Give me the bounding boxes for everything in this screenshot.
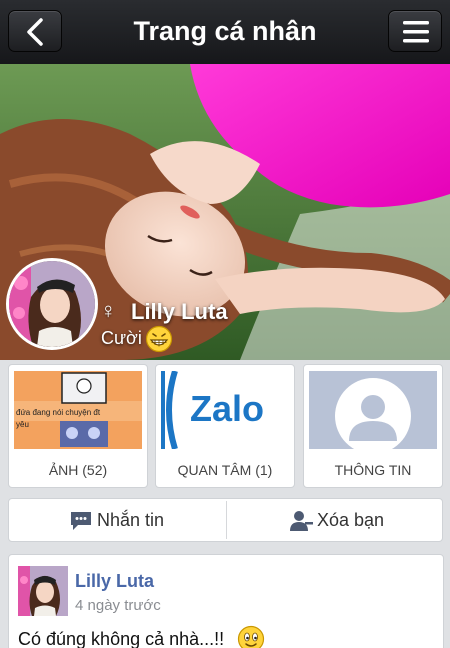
remove-person-icon: [290, 511, 313, 531]
chevron-left-icon: [27, 18, 43, 46]
tile-following[interactable]: Zalo QUAN TÂM (1): [155, 364, 295, 488]
zalo-logo-icon: Zalo: [161, 371, 289, 449]
profile-status: Cười: [101, 328, 142, 348]
unfriend-button-label: Xóa bạn: [317, 510, 385, 530]
default-avatar-icon: [309, 371, 437, 449]
photos-thumbnail-caption-2: yêu: [16, 420, 29, 429]
post-text: Có đúng không cả nhà...!!: [18, 629, 225, 648]
following-thumbnail: Zalo: [161, 371, 289, 449]
menu-button[interactable]: [388, 10, 442, 52]
action-divider: [226, 501, 227, 539]
zalo-logo-text: Zalo: [190, 388, 264, 429]
post-avatar-image: [18, 566, 68, 616]
grin-emoji-icon: [145, 325, 173, 353]
tile-info[interactable]: THÔNG TIN: [303, 364, 443, 488]
chat-bubble-icon: [71, 512, 91, 530]
tile-following-label: QUAN TÂM (1): [177, 462, 273, 478]
back-button[interactable]: [8, 10, 62, 52]
top-bar: Trang cá nhân: [0, 0, 450, 64]
smile-emoji-icon: [237, 625, 265, 648]
post-author[interactable]: Lilly Luta: [75, 571, 154, 592]
photos-thumbnail: đứa đang nói chuyện đt yêu: [14, 371, 142, 449]
profile-avatar[interactable]: [6, 258, 98, 350]
photos-thumbnail-caption-1: đứa đang nói chuyện đt: [16, 408, 101, 417]
avatar-image: [9, 261, 95, 347]
page-title: Trang cá nhân: [133, 16, 317, 46]
post-avatar[interactable]: [18, 566, 68, 616]
profile-action-bar: Nhắn tin Xóa bạn: [8, 498, 443, 542]
tile-info-label: THÔNG TIN: [334, 462, 412, 478]
profile-name: Lilly Luta: [131, 299, 228, 324]
tile-photos-label: ẢNH (52): [48, 462, 108, 478]
post-timestamp: 4 ngày trước: [75, 597, 161, 614]
female-icon: ♀: [100, 298, 117, 323]
tile-photos[interactable]: đứa đang nói chuyện đt yêu ẢNH (52): [8, 364, 148, 488]
message-button-label: Nhắn tin: [97, 510, 165, 530]
hamburger-menu-icon: [403, 21, 429, 43]
info-thumbnail: [309, 371, 437, 449]
feed-post: Lilly Luta 4 ngày trước Có đúng không cả…: [8, 554, 444, 648]
photos-thumbnail-image: đứa đang nói chuyện đt yêu: [14, 371, 142, 449]
